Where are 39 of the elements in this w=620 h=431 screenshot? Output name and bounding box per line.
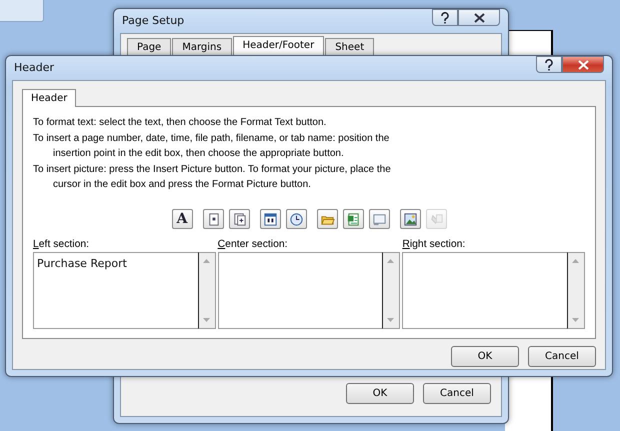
question-mark-icon: [544, 58, 554, 70]
instruction-text: To format text: select the text, then choose the Format Text button.: [33, 116, 328, 130]
help-button[interactable]: [536, 56, 562, 73]
tab[interactable]: Header: [22, 89, 76, 107]
instruction-text: To insert picture: press the Insert Picture button. To format your picture, place the cursor in the edit box and press the Format Picture button.: [33, 163, 392, 192]
tab[interactable]: Margins: [172, 38, 232, 56]
close-icon: [578, 60, 588, 70]
tab[interactable]: Header/Footer: [232, 36, 324, 56]
tab[interactable]: Page: [127, 38, 172, 56]
cancel-button[interactable]: Cancel: [528, 346, 596, 367]
instruction-text: To insert a page number, date, time, file path, filename, or tab name: position the insertion point in the edit box, then choose the appropriate button.: [33, 132, 390, 161]
calendar-button[interactable]: [260, 209, 280, 229]
close-button[interactable]: [562, 56, 604, 73]
help-button[interactable]: [432, 9, 458, 26]
calendar-icon: [262, 212, 278, 226]
close-icon: [474, 12, 484, 22]
pages-button[interactable]: [228, 209, 250, 229]
picture-icon: [402, 212, 418, 226]
format-text-button[interactable]: A: [172, 209, 192, 229]
cancel-button[interactable]: Cancel: [423, 383, 491, 404]
close-button[interactable]: [458, 9, 500, 26]
window-title: Header: [14, 60, 56, 74]
tab[interactable]: Sheet: [325, 38, 374, 56]
spreadsheet-button[interactable]: [342, 209, 364, 229]
section-label: Center section:: [218, 239, 288, 250]
section-label: Left section:: [33, 239, 90, 250]
pages-icon: [232, 212, 246, 226]
question-mark-icon: [440, 12, 450, 24]
section-edit-box[interactable]: Purchase Report: [33, 252, 198, 329]
folder-button[interactable]: [316, 209, 338, 229]
ok-button[interactable]: OK: [451, 346, 519, 367]
section-label: Right section:: [402, 239, 466, 250]
picture-button[interactable]: [400, 209, 420, 229]
clock-button[interactable]: [286, 209, 306, 229]
ok-button[interactable]: OK: [346, 383, 414, 404]
window-title: Page Setup: [122, 14, 186, 26]
spreadsheet-icon: [346, 212, 360, 226]
page-button[interactable]: [202, 209, 224, 229]
clock-icon: [288, 212, 304, 226]
